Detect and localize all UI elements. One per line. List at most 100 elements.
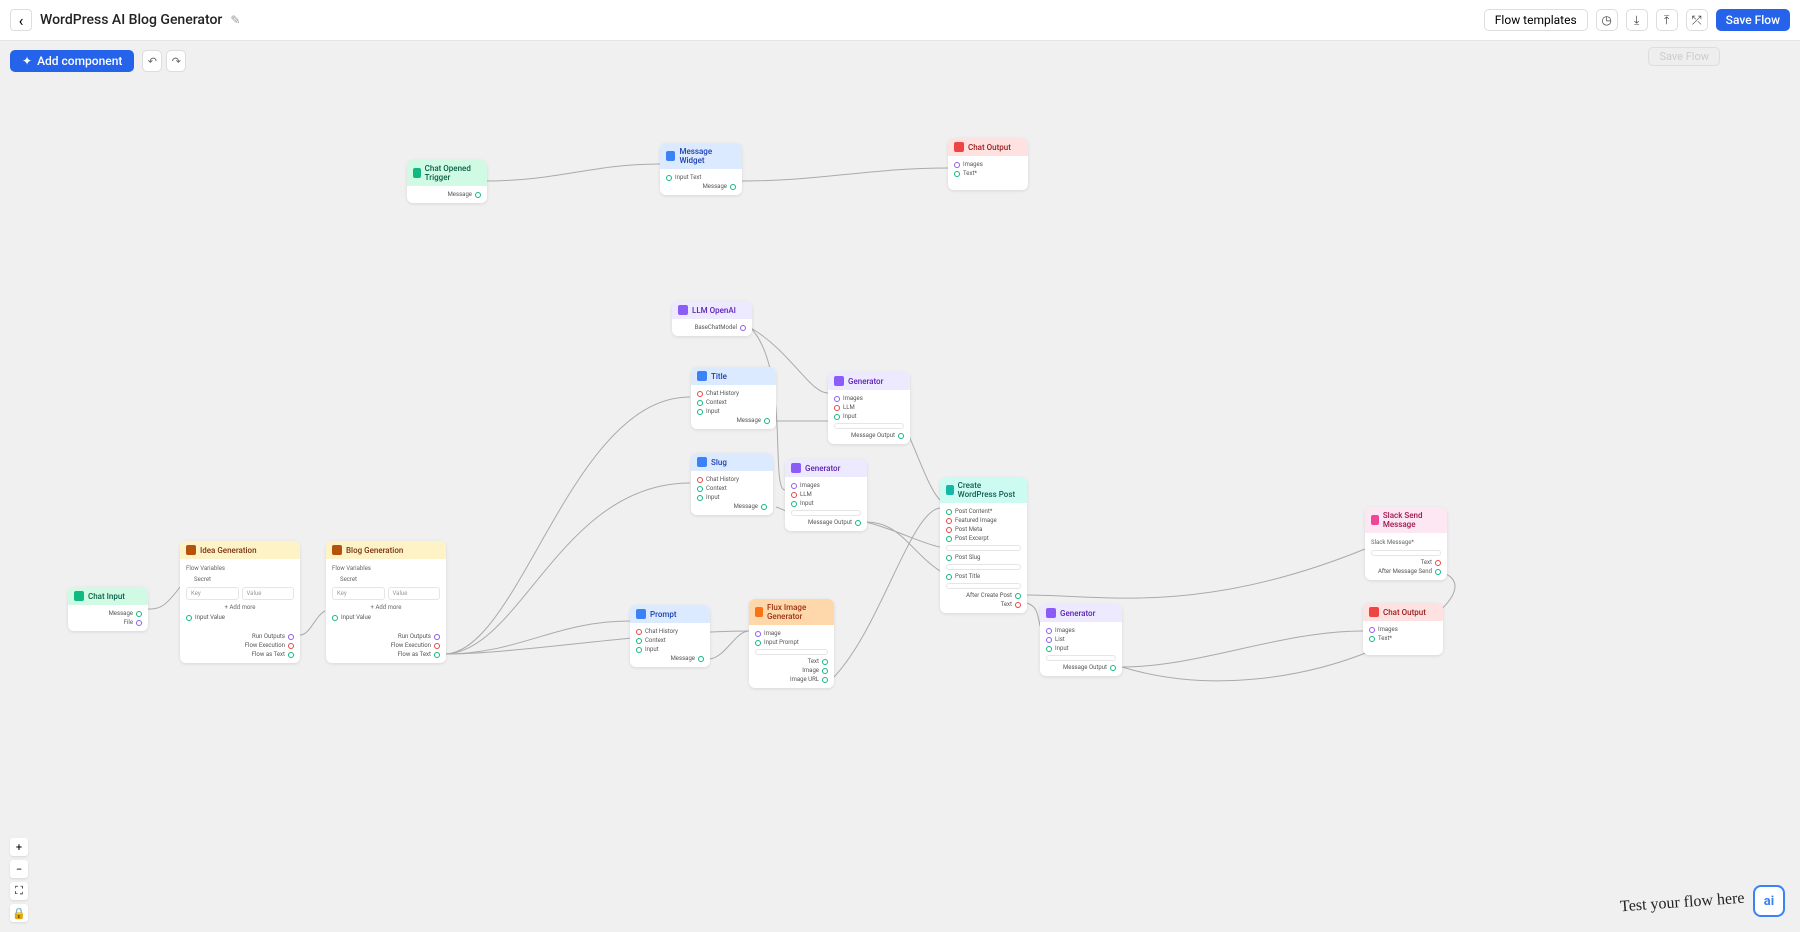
add-more-button[interactable]: + Add more <box>332 602 440 613</box>
port-chat-history[interactable]: Chat History <box>697 475 767 484</box>
canvas[interactable]: Chat Opened Trigger Message Message Widg… <box>0 41 1800 932</box>
port-basechatmodel[interactable]: BaseChatModel <box>678 323 746 332</box>
input-field[interactable] <box>834 423 904 429</box>
port-post-content[interactable]: Post Content* <box>946 507 1021 516</box>
zoom-out-button[interactable]: − <box>10 860 28 878</box>
port-post-meta[interactable]: Post Meta <box>946 525 1021 534</box>
share-icon[interactable]: ⤱ <box>1686 9 1708 31</box>
node-flux-image-generator[interactable]: Flux Image Generator Image Input Prompt … <box>749 599 834 688</box>
port-context[interactable]: Context <box>697 398 770 407</box>
redo-button[interactable]: ↷ <box>166 50 186 72</box>
value-input[interactable]: Value <box>388 587 441 600</box>
add-more-button[interactable]: + Add more <box>186 602 294 613</box>
port-after-message-send[interactable]: After Message Send <box>1371 567 1441 576</box>
port-flow-as-text[interactable]: Flow as Text <box>186 650 294 659</box>
port-image-url[interactable]: Image URL <box>755 675 828 684</box>
input-field[interactable] <box>946 564 1021 570</box>
port-featured-image[interactable]: Featured Image <box>946 516 1021 525</box>
node-blog-generation[interactable]: Blog Generation Flow Variables Secret Ke… <box>326 541 446 663</box>
node-generator-2[interactable]: Generator Images LLM Input Message Outpu… <box>785 459 867 531</box>
history-icon[interactable]: ◷ <box>1596 9 1618 31</box>
port-input[interactable]: Input <box>1046 644 1116 653</box>
port-images[interactable]: Images <box>1046 626 1116 635</box>
port-image-out[interactable]: Image <box>755 666 828 675</box>
node-title[interactable]: Title Chat History Context Input Message <box>691 367 776 429</box>
port-post-title[interactable]: Post Title <box>946 572 1021 581</box>
port-text[interactable]: Text <box>946 600 1021 609</box>
port-image[interactable]: Image <box>755 629 828 638</box>
port-text[interactable]: Text* <box>954 169 1022 178</box>
add-component-button[interactable]: ✦Add component <box>10 50 134 72</box>
port-images[interactable]: Images <box>834 394 904 403</box>
port-llm[interactable]: LLM <box>834 403 904 412</box>
node-wordpress-post[interactable]: Create WordPress Post Post Content* Feat… <box>940 477 1027 613</box>
port-chat-history[interactable]: Chat History <box>636 627 704 636</box>
ai-chat-fab[interactable]: ai <box>1753 885 1785 917</box>
port-input-text[interactable]: Input Text <box>666 173 736 182</box>
port-llm[interactable]: LLM <box>791 490 861 499</box>
port-input[interactable]: Input <box>697 493 767 502</box>
input-field[interactable] <box>755 649 828 655</box>
edit-icon[interactable]: ✎ <box>230 13 240 27</box>
port-chat-history[interactable]: Chat History <box>697 389 770 398</box>
node-idea-generation[interactable]: Idea Generation Flow Variables Secret Ke… <box>180 541 300 663</box>
port-message[interactable]: Message <box>697 502 767 511</box>
download-icon[interactable]: ⤓ <box>1626 9 1648 31</box>
flow-templates-button[interactable]: Flow templates <box>1484 9 1588 31</box>
lock-button[interactable]: 🔒 <box>10 904 28 922</box>
port-message[interactable]: Message <box>697 416 770 425</box>
port-message[interactable]: Message <box>74 609 142 618</box>
node-slack-send-message[interactable]: Slack Send Message Slack Message* Text A… <box>1365 507 1447 580</box>
port-text[interactable]: Text <box>1371 558 1441 567</box>
port-message[interactable]: Message <box>666 182 736 191</box>
port-run-outputs[interactable]: Run Outputs <box>186 632 294 641</box>
back-button[interactable]: ‹ <box>10 9 32 31</box>
port-message-output[interactable]: Message Output <box>1046 663 1116 672</box>
port-message-output[interactable]: Message Output <box>834 431 904 440</box>
port-input-value[interactable]: Input Value <box>332 613 440 622</box>
input-field[interactable] <box>791 510 861 516</box>
undo-button[interactable]: ↶ <box>142 50 162 72</box>
port-images[interactable]: Images <box>954 160 1022 169</box>
port-input-value[interactable]: Input Value <box>186 613 294 622</box>
node-message-widget[interactable]: Message Widget Input Text Message <box>660 143 742 195</box>
node-chat-input[interactable]: Chat Input Message File <box>68 587 148 631</box>
input-field[interactable] <box>1371 550 1441 556</box>
node-chat-output-2[interactable]: Chat Output Images Text* <box>1363 603 1443 655</box>
port-input[interactable]: Input <box>636 645 704 654</box>
port-images[interactable]: Images <box>791 481 861 490</box>
port-message[interactable]: Message <box>413 190 481 199</box>
port-list[interactable]: List <box>1046 635 1116 644</box>
input-field[interactable] <box>946 583 1021 589</box>
fit-button[interactable]: ⛶ <box>10 882 28 900</box>
node-prompt[interactable]: Prompt Chat History Context Input Messag… <box>630 605 710 667</box>
node-generator-1[interactable]: Generator Images LLM Input Message Outpu… <box>828 372 910 444</box>
key-input[interactable]: Key <box>332 587 385 600</box>
input-field[interactable] <box>1046 655 1116 661</box>
port-input[interactable]: Input <box>834 412 904 421</box>
port-context[interactable]: Context <box>636 636 704 645</box>
port-context[interactable]: Context <box>697 484 767 493</box>
port-flow-execution[interactable]: Flow Execution <box>332 641 440 650</box>
upload-icon[interactable]: ⤒ <box>1656 9 1678 31</box>
port-flow-as-text[interactable]: Flow as Text <box>332 650 440 659</box>
node-generator-3[interactable]: Generator Images List Input Message Outp… <box>1040 604 1122 676</box>
port-flow-execution[interactable]: Flow Execution <box>186 641 294 650</box>
value-input[interactable]: Value <box>242 587 295 600</box>
port-images[interactable]: Images <box>1369 625 1437 634</box>
port-input-prompt[interactable]: Input Prompt <box>755 638 828 647</box>
port-after-create-post[interactable]: After Create Post <box>946 591 1021 600</box>
node-chat-output-1[interactable]: Chat Output Images Text* <box>948 138 1028 190</box>
node-chat-opened-trigger[interactable]: Chat Opened Trigger Message <box>407 160 487 203</box>
zoom-in-button[interactable]: + <box>10 838 28 856</box>
key-input[interactable]: Key <box>186 587 239 600</box>
port-text[interactable]: Text* <box>1369 634 1437 643</box>
port-text[interactable]: Text <box>755 657 828 666</box>
port-post-slug[interactable]: Post Slug <box>946 553 1021 562</box>
port-post-excerpt[interactable]: Post Excerpt <box>946 534 1021 543</box>
port-message-output[interactable]: Message Output <box>791 518 861 527</box>
port-file[interactable]: File <box>74 618 142 627</box>
input-field[interactable] <box>946 545 1021 551</box>
port-input[interactable]: Input <box>697 407 770 416</box>
node-llm-openai[interactable]: LLM OpenAI BaseChatModel <box>672 301 752 336</box>
